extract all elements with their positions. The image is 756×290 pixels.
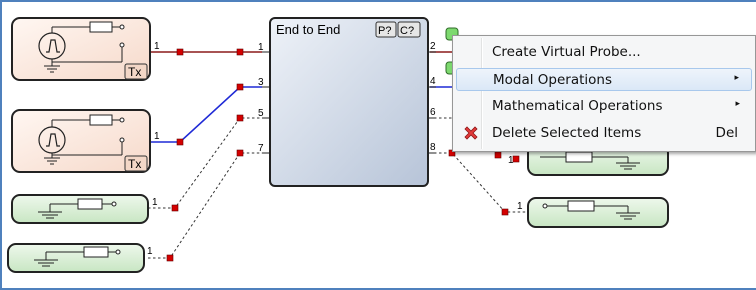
menu-item-create-virtual-probe[interactable]: Create Virtual Probe... [456,41,752,64]
resistor-icon [567,200,595,212]
port-3-label: 3 [258,77,264,88]
load-1-port-label: 1 [152,197,158,208]
pin[interactable] [171,204,179,212]
wire-load2-to-port7[interactable] [148,152,262,259]
menu-item-delete-selected-items[interactable]: Delete Selected Items Del [456,122,752,145]
menu-item-mathematical-operations[interactable]: Mathematical Operations ▸ [456,95,752,118]
pin[interactable] [236,149,244,157]
port-1-label: 1 [258,42,264,53]
resistor-icon [83,246,109,258]
pin[interactable] [176,48,184,56]
load-4-port-label: 1 [517,201,523,212]
resistor-icon [89,114,113,126]
pin[interactable] [494,151,502,159]
wire-tx2-to-port3[interactable] [150,86,262,143]
load-4[interactable]: 1 [517,197,669,228]
submenu-arrow-icon: ▸ [735,99,740,109]
block-title: End to End [276,22,340,37]
context-menu: Create Virtual Probe... Modal Operations… [452,35,756,152]
load-1[interactable]: 1 [11,194,158,224]
resistor-icon [89,21,113,33]
menu-item-shortcut: Del [715,125,738,141]
load-2-port-label: 1 [147,246,153,257]
wire-load1-to-port5[interactable] [148,117,262,209]
port-8-label: 8 [430,142,436,153]
tx-tag-label: Tx [128,157,141,171]
menu-item-label: Create Virtual Probe... [492,44,641,60]
source-2-port-label: 1 [154,131,160,142]
port-7-label: 7 [258,143,264,154]
pin[interactable] [176,138,184,146]
pin[interactable] [166,254,174,262]
source-2[interactable]: Tx 1 [11,109,160,173]
cross-badge-label: C? [400,25,414,37]
resistor-icon [77,198,103,210]
menu-item-modal-operations[interactable]: Modal Operations ▸ [456,68,752,91]
resistor-icon [565,151,593,163]
submenu-arrow-icon: ▸ [734,73,739,83]
end-to-end-block[interactable]: End to End P? C? 1 2 3 4 5 6 7 8 [258,17,436,187]
port-4-label: 4 [430,76,436,87]
load-2[interactable]: 1 [7,243,153,273]
menu-item-label: Modal Operations [493,72,613,88]
probe-badge-label: P? [378,25,391,37]
pin[interactable] [236,48,244,56]
pin[interactable] [501,208,509,216]
source-1-port-label: 1 [154,41,160,52]
source-1[interactable]: Tx 1 [11,17,160,81]
pin[interactable] [236,114,244,122]
menu-item-label: Mathematical Operations [492,98,663,114]
delete-x-icon [462,124,480,142]
port-5-label: 5 [258,108,264,119]
menu-item-label: Delete Selected Items [492,125,642,141]
port-2-label: 2 [430,41,436,52]
port-6-label: 6 [430,107,436,118]
tx-tag-label: Tx [128,65,141,79]
pin[interactable] [236,83,244,91]
